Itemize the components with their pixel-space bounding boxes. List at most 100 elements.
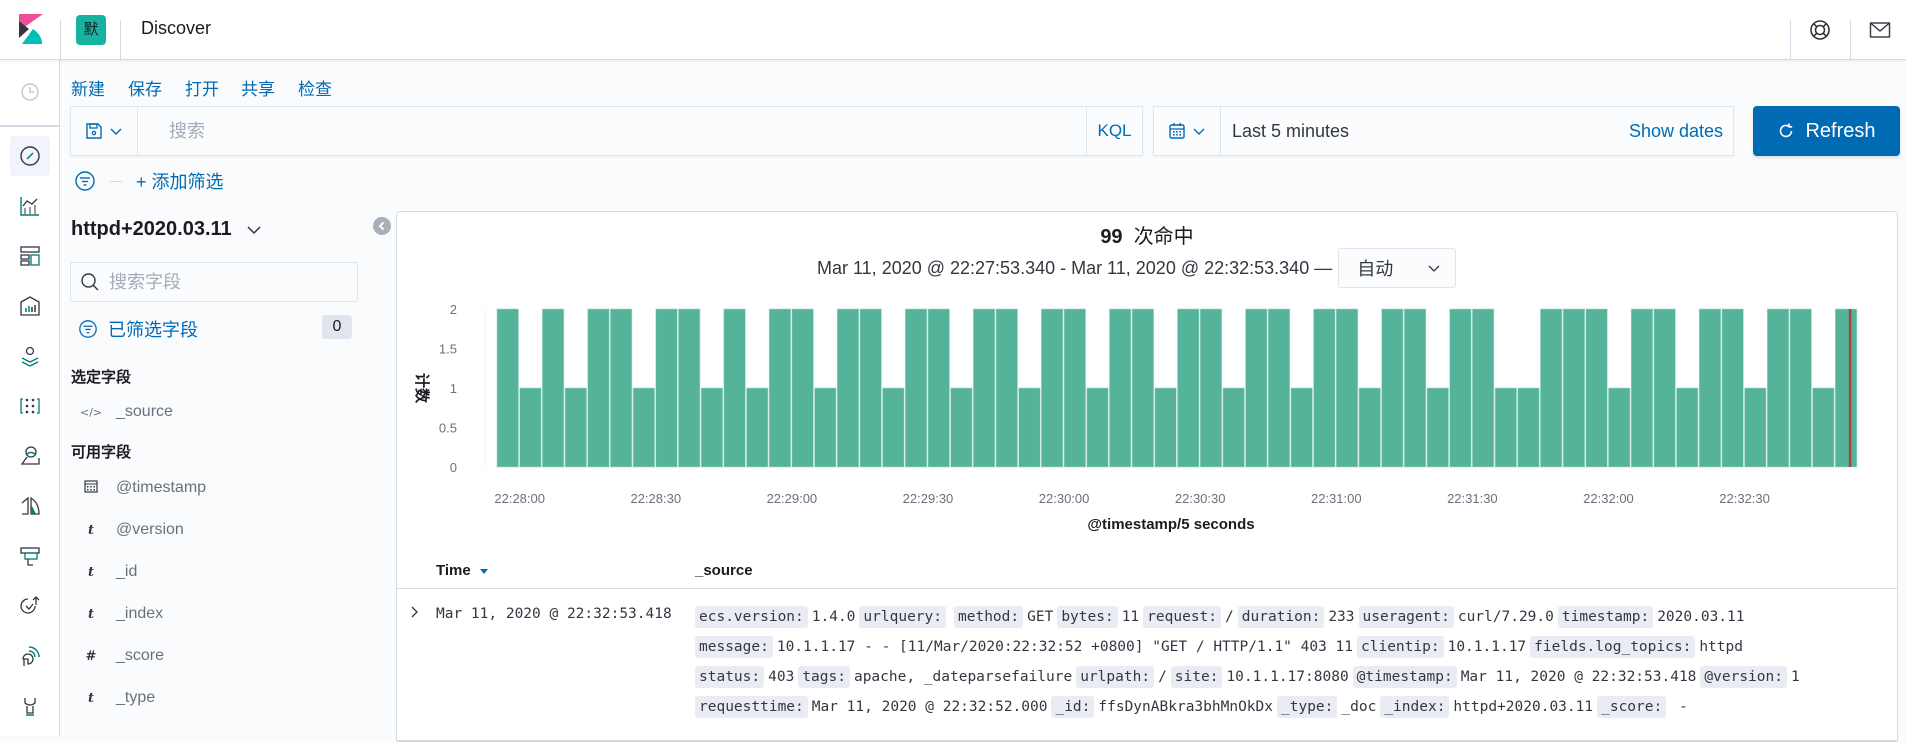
save-link[interactable]: 保存 [128,75,162,100]
chevron-right-icon[interactable] [406,604,422,620]
nav-logs[interactable] [10,486,50,526]
histogram-bar[interactable] [1653,308,1676,468]
histogram-bar[interactable] [1018,387,1041,468]
nav-discover[interactable] [10,136,50,176]
show-dates-link[interactable]: Show dates [1629,121,1723,142]
histogram-bar[interactable] [519,387,542,468]
histogram-bar[interactable] [1766,308,1790,468]
nav-canvas[interactable] [10,286,50,326]
histogram-bar[interactable] [1698,308,1721,468]
nav-machine-learning[interactable] [10,386,50,426]
histogram-bar[interactable] [496,308,519,468]
kibana-logo[interactable] [19,14,43,44]
histogram-bar[interactable] [1789,308,1812,468]
histogram-bar[interactable] [791,308,814,468]
histogram-bar[interactable] [723,308,746,468]
histogram-bar[interactable] [1676,387,1699,468]
field-item[interactable]: # _score [80,644,164,668]
histogram-bar[interactable] [1630,308,1653,468]
collapse-sidebar-button[interactable] [373,217,391,235]
histogram-bar[interactable] [1222,387,1245,468]
histogram-bar[interactable] [1267,308,1291,468]
filtered-fields-toggle[interactable]: 已筛选字段 [78,316,198,342]
histogram-bar[interactable] [768,308,791,468]
interval-select[interactable]: 自动 [1338,248,1457,288]
histogram-bar[interactable] [1063,308,1086,468]
histogram-bar[interactable] [927,308,950,468]
histogram-bar[interactable] [1109,308,1132,468]
histogram-bar[interactable] [882,387,905,468]
histogram-bar[interactable] [814,387,837,468]
field-item[interactable]: t _id [80,560,137,584]
share-link[interactable]: 共享 [241,75,275,100]
histogram-bar[interactable] [950,387,973,468]
nav-siem[interactable] [10,636,50,676]
space-avatar[interactable]: 默 [76,15,106,45]
histogram-bar[interactable] [564,387,587,468]
field-item[interactable]: </> _source [80,400,173,424]
histogram-bar[interactable] [632,387,655,468]
field-search-input[interactable] [109,263,349,301]
histogram-bar[interactable] [1041,308,1064,468]
kql-button[interactable]: KQL [1086,107,1142,155]
nav-apm[interactable] [10,536,50,576]
field-item[interactable]: t _type [80,686,155,710]
histogram-bar[interactable] [1131,308,1154,468]
index-pattern-selector[interactable]: httpd+2020.03.11 [71,218,262,241]
histogram-bar[interactable] [1494,387,1517,468]
histogram-bar[interactable] [859,308,882,468]
column-header-time[interactable]: Time [436,562,489,579]
histogram-bar[interactable] [1086,387,1109,468]
nav-uptime[interactable] [10,586,50,626]
histogram-bar[interactable] [1199,308,1222,468]
field-item[interactable]: @timestamp [80,476,206,500]
nav-maps[interactable] [10,336,50,376]
histogram-bar[interactable] [1835,308,1858,468]
histogram-bar[interactable] [655,308,678,468]
filter-icon[interactable] [74,170,96,192]
nav-dev-tools[interactable] [10,686,50,726]
nav-recently-viewed[interactable] [10,72,50,112]
refresh-button[interactable]: Refresh [1753,106,1900,156]
histogram-bar[interactable] [1472,308,1495,468]
quick-select-button[interactable] [1154,107,1221,155]
nav-infrastructure[interactable] [10,436,50,476]
open-link[interactable]: 打开 [185,75,219,100]
histogram-bar[interactable] [1562,308,1585,468]
histogram-bar[interactable] [1381,308,1404,468]
histogram-bar[interactable] [1540,308,1563,468]
field-item[interactable]: t @version [80,518,184,542]
histogram-bar[interactable] [1721,308,1744,468]
histogram-bar[interactable] [1585,308,1608,468]
nav-dashboard[interactable] [10,236,50,276]
new-link[interactable]: 新建 [71,75,105,100]
field-item[interactable]: t _index [80,602,163,626]
inspect-link[interactable]: 检查 [298,75,332,100]
histogram-bar[interactable] [995,308,1018,468]
histogram-bar[interactable] [1290,387,1313,468]
add-filter-button[interactable]: + 添加筛选 [136,168,224,194]
time-range-label[interactable]: Last 5 minutes [1232,121,1349,142]
histogram-bar[interactable] [1404,308,1427,468]
histogram-bar[interactable] [610,308,633,468]
histogram-bar[interactable] [1608,387,1631,468]
histogram-bar[interactable] [746,387,769,468]
histogram-bar[interactable] [1812,387,1835,468]
nav-visualize[interactable] [10,186,50,226]
histogram-bar[interactable] [1426,387,1449,468]
histogram-bar[interactable] [1744,387,1767,468]
histogram-bar[interactable] [836,308,860,468]
sort-descending-icon[interactable] [479,567,489,575]
histogram-bar[interactable] [1154,387,1177,468]
histogram-bar[interactable] [1517,387,1540,468]
histogram-bar[interactable] [1177,308,1200,468]
histogram-bar[interactable] [1335,308,1359,468]
histogram-bar[interactable] [678,308,701,468]
histogram-bar[interactable] [542,308,565,468]
histogram-bar[interactable] [587,308,610,468]
histogram-bar[interactable] [904,308,928,468]
saved-queries-button[interactable] [71,107,138,155]
histogram-bar[interactable] [973,308,996,468]
histogram-bar[interactable] [1358,387,1381,468]
search-input[interactable] [155,107,1073,155]
